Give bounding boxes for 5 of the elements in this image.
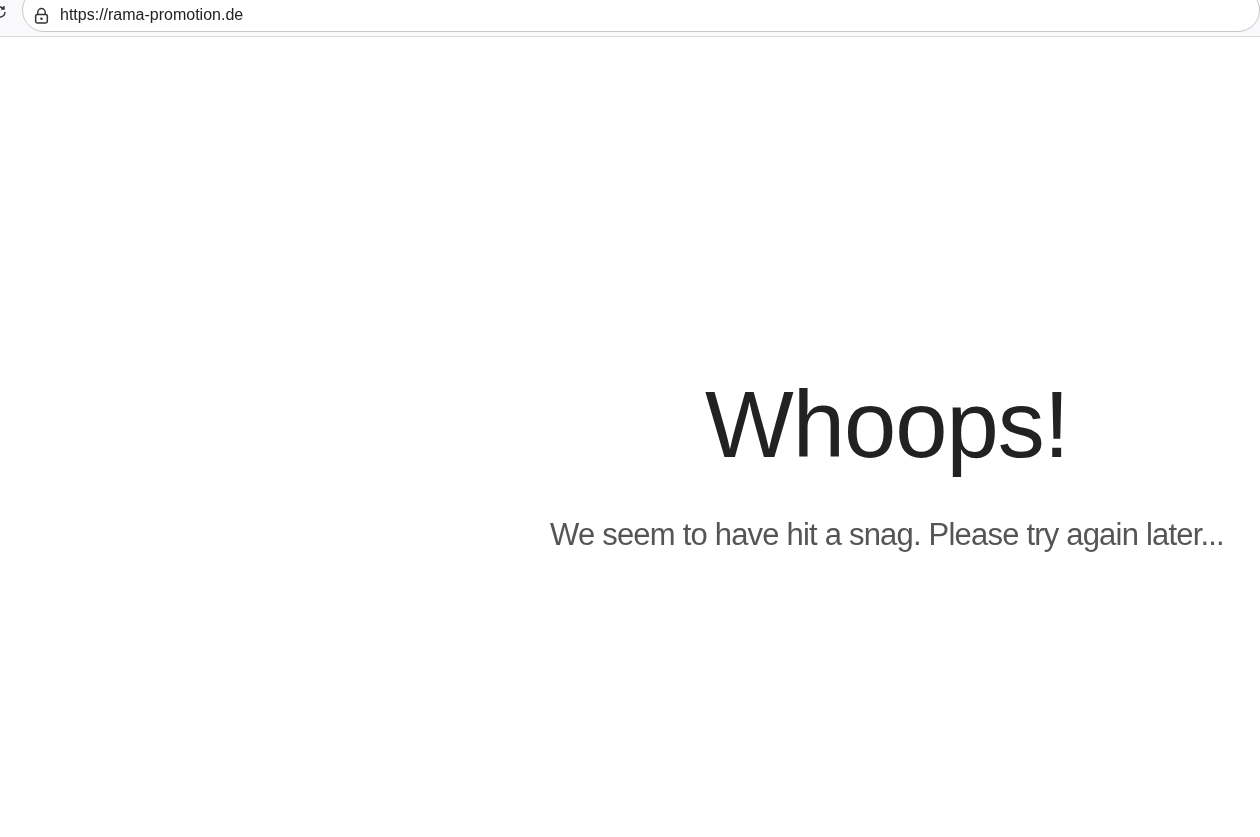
address-bar[interactable]: https://rama-promotion.de: [22, 0, 1260, 32]
error-message: We seem to have hit a snag. Please try again later...: [550, 515, 1224, 554]
error-heading: Whoops!: [705, 371, 1069, 479]
url-text: https://rama-promotion.de: [60, 5, 244, 25]
lock-icon[interactable]: [33, 6, 50, 24]
